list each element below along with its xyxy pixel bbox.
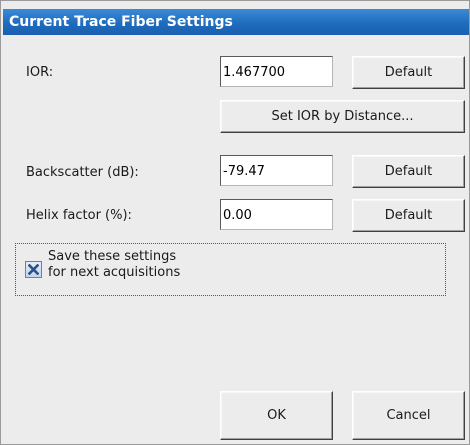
backscatter-input[interactable] bbox=[220, 155, 333, 186]
ok-button[interactable]: OK bbox=[220, 391, 333, 440]
helix-factor-default-button[interactable]: Default bbox=[352, 199, 465, 232]
ior-input[interactable] bbox=[220, 56, 333, 87]
ior-default-button[interactable]: Default bbox=[352, 56, 465, 89]
helix-factor-label: Helix factor (%): bbox=[26, 208, 132, 223]
save-settings-label: Save these settings for next acquisition… bbox=[48, 249, 180, 281]
backscatter-default-button[interactable]: Default bbox=[352, 155, 465, 188]
x-mark-icon bbox=[28, 264, 39, 275]
save-settings-checkbox[interactable] bbox=[25, 261, 42, 278]
save-settings-label-line1: Save these settings bbox=[48, 249, 177, 264]
backscatter-label: Backscatter (dB): bbox=[26, 165, 139, 180]
save-settings-label-line2: for next acquisitions bbox=[48, 265, 181, 280]
ior-label: IOR: bbox=[26, 65, 54, 80]
set-ior-by-distance-button[interactable]: Set IOR by Distance... bbox=[220, 100, 465, 133]
helix-factor-input[interactable] bbox=[220, 199, 333, 230]
cancel-button[interactable]: Cancel bbox=[352, 391, 465, 440]
fiber-settings-dialog: Current Trace Fiber Settings IOR: Defaul… bbox=[0, 0, 470, 445]
dialog-title: Current Trace Fiber Settings bbox=[3, 9, 469, 35]
save-settings-checkbox-group[interactable]: Save these settings for next acquisition… bbox=[15, 243, 446, 296]
